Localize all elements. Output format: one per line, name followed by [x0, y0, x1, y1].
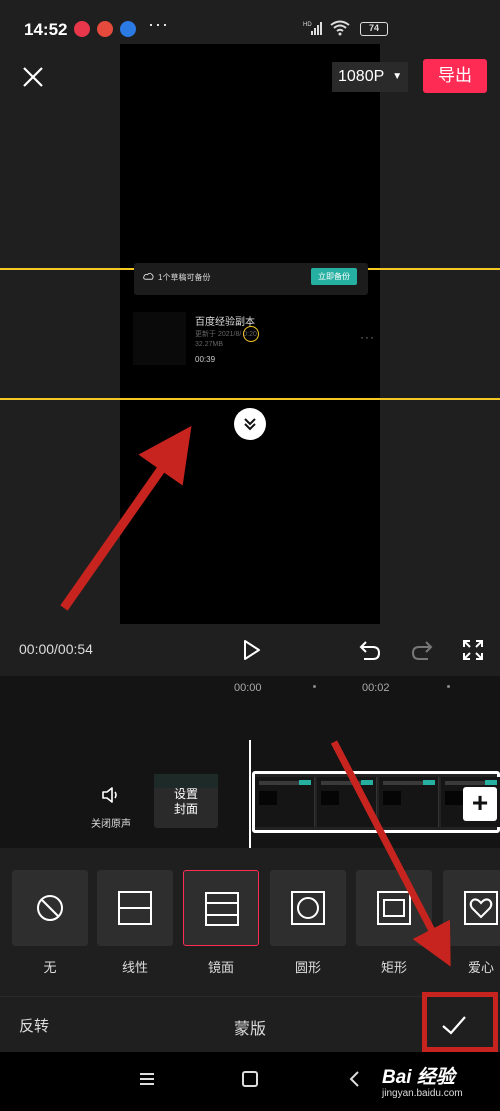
- mask-option-mirror[interactable]: 镜面: [183, 870, 259, 976]
- redo-icon[interactable]: [410, 638, 434, 662]
- signal-icon: HD: [303, 22, 322, 35]
- mirror-mask-icon: [205, 892, 239, 926]
- timeline[interactable]: 00:00 00:02 关闭原声 设置 封面 +: [0, 676, 500, 848]
- menu-icon[interactable]: [138, 1070, 156, 1088]
- mask-option-heart[interactable]: 爱心: [443, 870, 500, 976]
- resolution-label: 1080P: [338, 68, 385, 86]
- mask-label: 矩形: [380, 960, 407, 975]
- draft-more-icon: ···: [360, 330, 375, 344]
- svg-text:HD: HD: [303, 22, 312, 28]
- draft-title: 百度经验副本: [195, 317, 255, 328]
- cover-label: 设置 封面: [173, 787, 198, 816]
- timeline-tick: 00:00: [234, 682, 262, 694]
- timeline-tick-dot: [447, 685, 450, 688]
- mask-label: 无: [43, 960, 57, 975]
- mask-option-linear[interactable]: 线性: [97, 870, 173, 976]
- back-icon[interactable]: [346, 1070, 364, 1088]
- cover-thumbnail: [154, 774, 218, 788]
- mute-original-audio-button[interactable]: 关闭原声: [86, 784, 136, 830]
- speaker-icon: [102, 787, 117, 803]
- clip-frame: [255, 777, 315, 827]
- mask-bottom-line[interactable]: [0, 398, 500, 400]
- app-notification-icon: [74, 21, 90, 37]
- no-mask-icon: [37, 895, 63, 921]
- battery-icon: 74: [360, 22, 388, 36]
- chevron-down-icon: ▼: [392, 71, 403, 82]
- timecode: 00:00/00:54: [19, 641, 93, 657]
- app-notification-icon: [120, 21, 136, 37]
- playback-controls: 00:00/00:54: [0, 624, 500, 676]
- undo-icon[interactable]: [358, 638, 382, 662]
- backup-note: 1个草稿可备份: [158, 273, 211, 282]
- play-icon[interactable]: [239, 638, 263, 662]
- home-icon[interactable]: [241, 1070, 259, 1088]
- close-icon[interactable]: [20, 64, 46, 90]
- backup-now-button: 立即备份: [311, 268, 357, 285]
- baidu-watermark-url: jingyan.baidu.com: [382, 1088, 463, 1099]
- rectangle-mask-icon: [377, 891, 411, 925]
- app-notification-icon: [97, 21, 113, 37]
- mask-option-circle[interactable]: 圆形: [270, 870, 346, 976]
- feather-arrows-icon: [244, 418, 256, 431]
- circle-mask-icon: [291, 891, 325, 925]
- mask-label: 圆形: [294, 960, 321, 975]
- playhead[interactable]: [249, 740, 251, 848]
- draft-duration: 00:39: [195, 355, 216, 364]
- mask-label: 爱心: [467, 960, 494, 975]
- wifi-icon: [330, 20, 350, 36]
- feather-handle[interactable]: [234, 408, 266, 440]
- draft-thumbnail: [133, 312, 186, 365]
- cloud-icon: [143, 272, 154, 280]
- draft-size: 32.27MB: [195, 341, 224, 348]
- clip-frame: [379, 777, 439, 827]
- add-clip-button[interactable]: +: [463, 787, 497, 821]
- resolution-select[interactable]: 1080P ▼: [332, 62, 409, 92]
- mask-center-handle[interactable]: [243, 326, 259, 342]
- status-time: 14:52: [24, 20, 68, 39]
- export-button[interactable]: 导出: [423, 59, 487, 93]
- mask-option-none[interactable]: 无: [12, 870, 88, 976]
- status-more-icon: ···: [148, 14, 169, 34]
- fullscreen-icon[interactable]: [461, 638, 485, 662]
- clip-frame: [317, 777, 377, 827]
- mask-label: 镜面: [207, 960, 234, 975]
- baidu-watermark: Bai 经验: [382, 1067, 455, 1088]
- annotation-box: [422, 992, 498, 1052]
- mask-label: 线性: [121, 960, 148, 975]
- mute-label: 关闭原声: [91, 819, 131, 830]
- timeline-tick-dot: [313, 685, 316, 688]
- mask-options-panel: 无 线性 镜面 圆形 矩形 爱心: [0, 848, 500, 996]
- set-cover-button[interactable]: 设置 封面: [154, 774, 218, 828]
- mask-option-rectangle[interactable]: 矩形: [356, 870, 432, 976]
- heart-mask-icon: [464, 891, 498, 925]
- linear-mask-icon: [118, 891, 152, 925]
- timeline-tick: 00:02: [362, 682, 390, 694]
